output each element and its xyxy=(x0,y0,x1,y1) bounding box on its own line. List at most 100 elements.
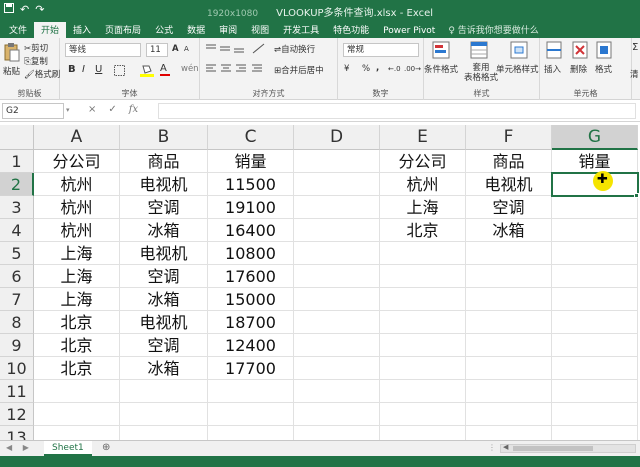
autosum-icon[interactable]: Σ xyxy=(632,42,638,53)
cell-b4[interactable]: 冰箱 xyxy=(120,219,208,242)
row-header-1[interactable]: 1 xyxy=(0,150,34,173)
cell-a3[interactable]: 杭州 xyxy=(34,196,120,219)
cell-g9[interactable] xyxy=(552,334,638,357)
cell-c2[interactable]: 11500 xyxy=(208,173,294,196)
insert-cells-label[interactable]: 插入 xyxy=(544,63,561,75)
cell-g12[interactable] xyxy=(552,403,638,426)
column-header-f[interactable]: F xyxy=(466,125,552,150)
font-color-button[interactable]: A xyxy=(160,63,170,76)
name-box-dropdown-icon[interactable]: ▾ xyxy=(66,106,70,114)
format-as-table-icon[interactable] xyxy=(470,41,488,62)
comma-button[interactable]: , xyxy=(376,63,379,73)
horizontal-scrollbar[interactable]: ◀ xyxy=(500,443,636,453)
cell-e2[interactable]: 杭州 xyxy=(380,173,466,196)
cell-f7[interactable] xyxy=(466,288,552,311)
cell-b8[interactable]: 电视机 xyxy=(120,311,208,334)
cell-g5[interactable] xyxy=(552,242,638,265)
cell-d12[interactable] xyxy=(294,403,380,426)
tab-formulas[interactable]: 公式 xyxy=(148,22,180,38)
column-header-g[interactable]: G xyxy=(552,125,638,150)
column-header-b[interactable]: B xyxy=(120,125,208,150)
tab-insert[interactable]: 插入 xyxy=(66,22,98,38)
row-header-10[interactable]: 10 xyxy=(0,357,34,380)
cell-f2[interactable]: 电视机 xyxy=(466,173,552,196)
cell-a12[interactable] xyxy=(34,403,120,426)
tab-review[interactable]: 审阅 xyxy=(212,22,244,38)
cell-a1[interactable]: 分公司 xyxy=(34,150,120,173)
cell-d2[interactable] xyxy=(294,173,380,196)
cell-e10[interactable] xyxy=(380,357,466,380)
cell-d7[interactable] xyxy=(294,288,380,311)
cell-b6[interactable]: 空调 xyxy=(120,265,208,288)
cell-e12[interactable] xyxy=(380,403,466,426)
cell-e7[interactable] xyxy=(380,288,466,311)
shrink-font-button[interactable]: A xyxy=(184,45,189,53)
column-header-a[interactable]: A xyxy=(34,125,120,150)
cell-f4[interactable]: 冰箱 xyxy=(466,219,552,242)
format-as-table-label[interactable]: 套用 表格格式 xyxy=(464,63,498,83)
cell-d9[interactable] xyxy=(294,334,380,357)
cell-g8[interactable] xyxy=(552,311,638,334)
cell-f8[interactable] xyxy=(466,311,552,334)
scroll-left-icon[interactable]: ◀ xyxy=(503,443,508,451)
name-box[interactable]: G2 xyxy=(2,103,64,119)
cell-c10[interactable]: 17700 xyxy=(208,357,294,380)
cell-b2[interactable]: 电视机 xyxy=(120,173,208,196)
row-header-5[interactable]: 5 xyxy=(0,242,34,265)
column-header-d[interactable]: D xyxy=(294,125,380,150)
percent-button[interactable]: % xyxy=(362,64,370,74)
row-header-2[interactable]: 2 xyxy=(0,173,34,196)
cell-a10[interactable]: 北京 xyxy=(34,357,120,380)
fill-handle[interactable] xyxy=(634,193,639,198)
enter-icon[interactable]: ✓ xyxy=(108,104,116,115)
insert-cells-icon[interactable] xyxy=(546,41,562,62)
cell-d10[interactable] xyxy=(294,357,380,380)
cell-a7[interactable]: 上海 xyxy=(34,288,120,311)
clear-label[interactable]: 清 xyxy=(630,68,639,80)
cell-e4[interactable]: 北京 xyxy=(380,219,466,242)
tab-file[interactable]: 文件 xyxy=(2,22,34,38)
increase-decimal-icon[interactable]: ←.0 xyxy=(388,65,401,73)
cell-c4[interactable]: 16400 xyxy=(208,219,294,242)
cell-c5[interactable]: 10800 xyxy=(208,242,294,265)
add-sheet-icon[interactable]: ⊕ xyxy=(102,442,110,453)
conditional-format-label[interactable]: 条件格式 xyxy=(424,63,458,75)
row-header-4[interactable]: 4 xyxy=(0,219,34,242)
copy-button[interactable]: ⎘复制 xyxy=(24,55,48,67)
currency-button[interactable]: ¥ xyxy=(344,64,349,74)
row-header-8[interactable]: 8 xyxy=(0,311,34,334)
tell-me-box[interactable]: ♀ 告诉我你想要做什么 xyxy=(448,23,538,38)
cell-f3[interactable]: 空调 xyxy=(466,196,552,219)
cell-g10[interactable] xyxy=(552,357,638,380)
format-cells-icon[interactable] xyxy=(596,41,612,62)
paste-label[interactable]: 粘贴 xyxy=(3,65,20,77)
tab-developer[interactable]: 开发工具 xyxy=(276,22,326,38)
phonetic-icon[interactable]: wén xyxy=(181,64,199,74)
cell-b9[interactable]: 空调 xyxy=(120,334,208,357)
cancel-icon[interactable]: × xyxy=(88,104,96,115)
cell-c11[interactable] xyxy=(208,380,294,403)
cell-styles-label[interactable]: 单元格样式 xyxy=(496,63,539,75)
align-left-icon[interactable] xyxy=(206,64,270,77)
cell-b3[interactable]: 空调 xyxy=(120,196,208,219)
cell-b11[interactable] xyxy=(120,380,208,403)
font-name-select[interactable]: 等线 xyxy=(65,43,141,57)
sheet-tab-sheet1[interactable]: Sheet1 xyxy=(44,441,92,456)
column-header-c[interactable]: C xyxy=(208,125,294,150)
cell-c8[interactable]: 18700 xyxy=(208,311,294,334)
cell-f1[interactable]: 商品 xyxy=(466,150,552,173)
tab-split-icon[interactable]: ⋮ xyxy=(488,443,496,452)
cell-g1[interactable]: 销量 xyxy=(552,150,638,173)
tab-page-layout[interactable]: 页面布局 xyxy=(98,22,148,38)
cell-g11[interactable] xyxy=(552,380,638,403)
cell-d3[interactable] xyxy=(294,196,380,219)
row-header-6[interactable]: 6 xyxy=(0,265,34,288)
cell-e5[interactable] xyxy=(380,242,466,265)
sheet-nav-arrows[interactable]: ◀ ▶ xyxy=(6,443,33,452)
delete-cells-label[interactable]: 删除 xyxy=(570,63,587,75)
decrease-decimal-icon[interactable]: .00→ xyxy=(404,65,421,73)
row-header-9[interactable]: 9 xyxy=(0,334,34,357)
cell-e8[interactable] xyxy=(380,311,466,334)
row-header-12[interactable]: 12 xyxy=(0,403,34,426)
cell-c7[interactable]: 15000 xyxy=(208,288,294,311)
